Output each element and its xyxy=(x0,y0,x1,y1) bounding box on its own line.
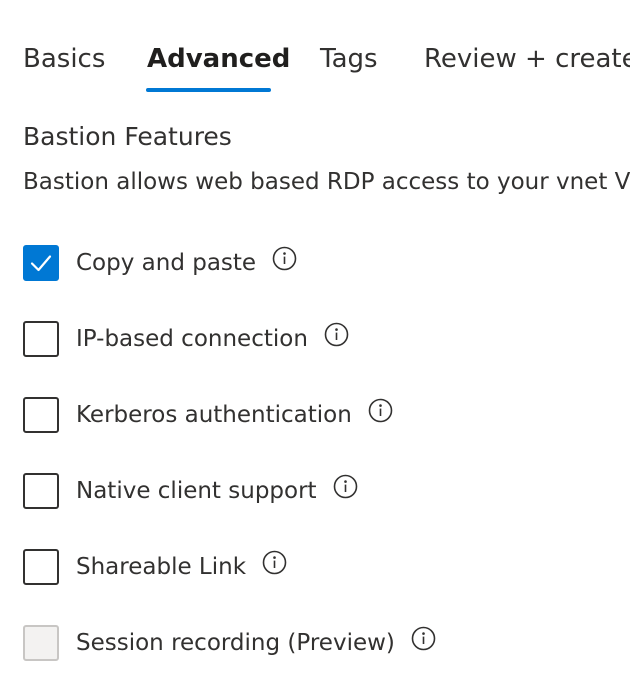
kerberos-authentication-label: Kerberos authentication xyxy=(76,402,352,428)
session-recording-checkbox xyxy=(23,625,59,661)
option-kerberos-authentication[interactable]: Kerberos authentication xyxy=(23,395,623,435)
tab-basics[interactable]: Basics xyxy=(23,42,105,76)
session-recording-label: Session recording (Preview) xyxy=(76,630,395,656)
info-icon[interactable] xyxy=(333,474,358,499)
ip-based-connection-label: IP-based connection xyxy=(76,326,308,352)
active-tab-indicator xyxy=(146,88,271,92)
info-icon[interactable] xyxy=(411,626,436,651)
tab-bar: Basics Advanced Tags Review + create xyxy=(0,0,630,95)
info-icon[interactable] xyxy=(272,246,297,271)
tab-tags[interactable]: Tags xyxy=(320,42,378,76)
kerberos-authentication-checkbox[interactable] xyxy=(23,397,59,433)
section-description: Bastion allows web based RDP access to y… xyxy=(23,169,630,195)
shareable-link-label: Shareable Link xyxy=(76,554,247,580)
option-native-client-support[interactable]: Native client support xyxy=(23,471,623,511)
copy-and-paste-label: Copy and paste xyxy=(76,250,257,276)
checkmark-icon xyxy=(30,255,52,272)
tab-review-create[interactable]: Review + create xyxy=(424,42,630,76)
info-icon[interactable] xyxy=(368,398,393,423)
ip-based-connection-checkbox[interactable] xyxy=(23,321,59,357)
option-session-recording: Session recording (Preview) xyxy=(23,623,623,663)
info-icon[interactable] xyxy=(324,322,349,347)
option-copy-and-paste[interactable]: Copy and paste xyxy=(23,243,623,283)
shareable-link-checkbox[interactable] xyxy=(23,549,59,585)
info-icon[interactable] xyxy=(262,550,287,575)
option-ip-based-connection[interactable]: IP-based connection xyxy=(23,319,623,359)
native-client-support-checkbox[interactable] xyxy=(23,473,59,509)
tab-advanced[interactable]: Advanced xyxy=(147,42,290,76)
option-shareable-link[interactable]: Shareable Link xyxy=(23,547,623,587)
section-title: Bastion Features xyxy=(23,122,232,151)
native-client-support-label: Native client support xyxy=(76,478,317,504)
copy-and-paste-checkbox[interactable] xyxy=(23,245,59,281)
